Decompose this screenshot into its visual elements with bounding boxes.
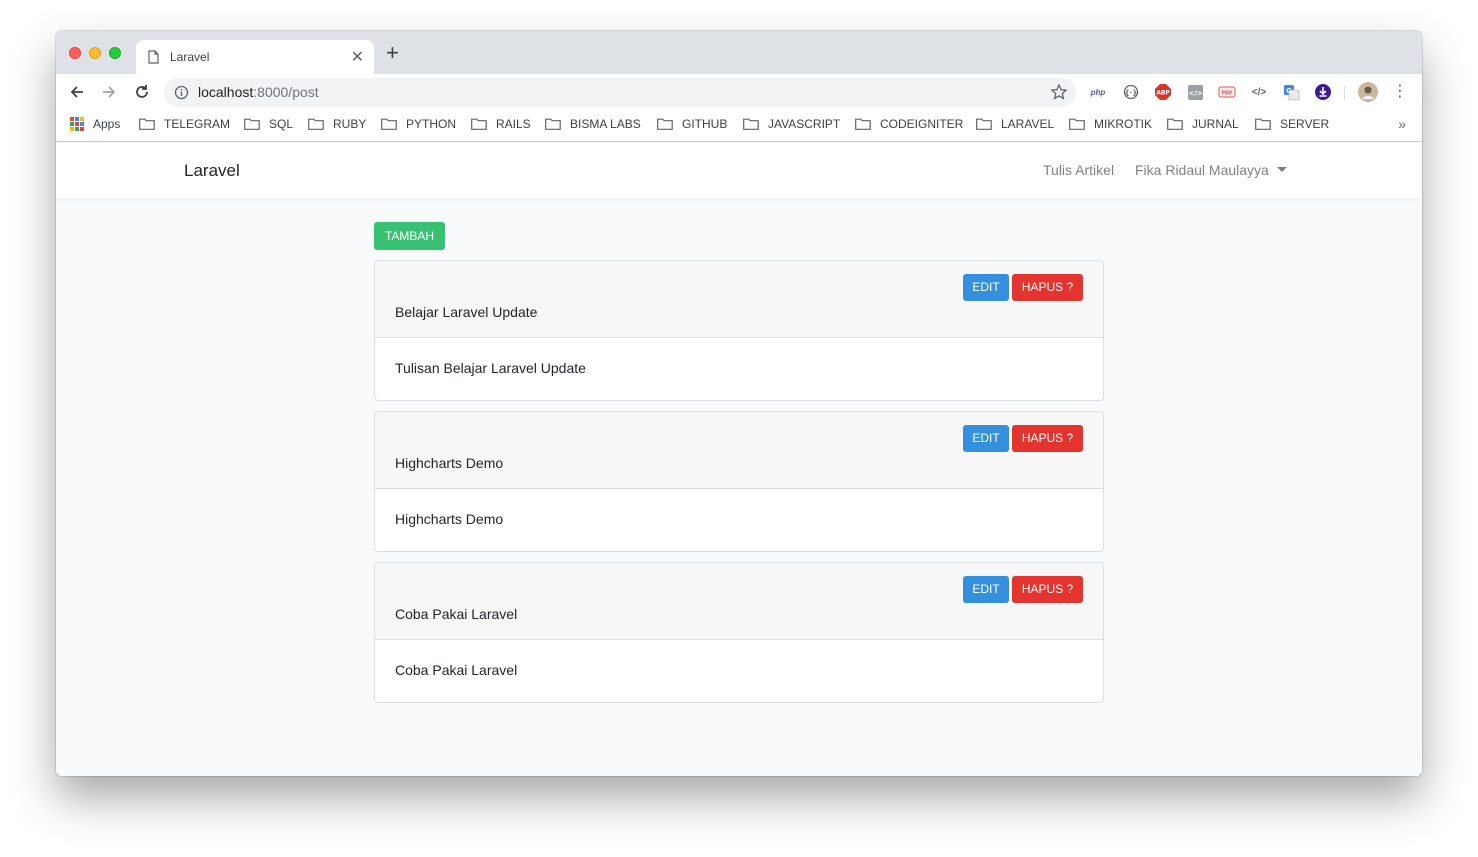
folder-icon [976, 118, 992, 130]
adblock-icon[interactable]: ABP [1154, 83, 1172, 101]
page-content: Laravel Tulis Artikel Fika Ridaul Maulay… [56, 143, 1422, 776]
post-card: EDIT HAPUS ? Belajar Laravel Update Tuli… [374, 260, 1104, 401]
svg-text:{·}: {·} [1125, 89, 1138, 97]
bookmark-jurnal[interactable]: JURNAL [1167, 117, 1239, 131]
minimize-window-button[interactable] [89, 47, 101, 59]
bookmark-codeigniter[interactable]: CODEIGNITER [855, 117, 963, 131]
post-card: EDIT HAPUS ? Highcharts Demo Highcharts … [374, 411, 1104, 552]
bookmark-bisma-labs[interactable]: BISMA LABS [545, 117, 641, 131]
caret-down-icon [1276, 167, 1287, 172]
write-article-link[interactable]: Tulis Artikel [1043, 162, 1114, 178]
card-header: EDIT HAPUS ? Belajar Laravel Update [375, 261, 1103, 338]
bookmark-mikrotik[interactable]: MIKROTIK [1069, 117, 1152, 131]
bookmark-laravel[interactable]: LARAVEL [976, 117, 1054, 131]
maximize-window-button[interactable] [109, 47, 121, 59]
svg-text:</>: </> [1188, 89, 1202, 97]
post-body: Tulisan Belajar Laravel Update [395, 360, 586, 376]
folder-icon [657, 118, 673, 130]
navbar-brand[interactable]: Laravel [184, 161, 240, 181]
post-body: Highcharts Demo [395, 511, 504, 527]
folder-icon [743, 118, 759, 130]
site-navbar: Laravel Tulis Artikel Fika Ridaul Maulay… [56, 143, 1422, 198]
card-header: EDIT HAPUS ? Coba Pakai Laravel [375, 563, 1103, 640]
folder-icon [381, 118, 397, 130]
add-post-button[interactable]: TAMBAH [374, 222, 445, 250]
php-extension-icon[interactable]: php [1089, 83, 1107, 101]
translate-icon[interactable]: G [1282, 83, 1300, 101]
post-title: Highcharts Demo [395, 455, 504, 471]
bookmarks-bar: Apps TELEGRAM SQL RUBY PYTHON RAILS BISM… [56, 110, 1422, 142]
svg-text:ABP: ABP [1156, 90, 1170, 97]
post-card: EDIT HAPUS ? Coba Pakai Laravel Coba Pak… [374, 562, 1104, 703]
folder-icon [545, 118, 561, 130]
delete-button[interactable]: HAPUS ? [1012, 274, 1083, 301]
folder-icon [244, 118, 260, 130]
folder-icon [855, 118, 871, 130]
bookmark-star-icon[interactable] [1050, 83, 1068, 101]
edit-button[interactable]: EDIT [963, 576, 1009, 603]
post-title: Coba Pakai Laravel [395, 606, 518, 622]
toolbar-divider [1344, 86, 1345, 100]
json-extension-icon[interactable]: {·} [1122, 83, 1140, 101]
browser-toolbar: localhost:8000/post php {·} ABP </> PDF … [56, 74, 1422, 110]
folder-icon [308, 118, 324, 130]
close-tab-icon[interactable]: ✕ [351, 47, 364, 67]
apps-grid-icon [70, 117, 84, 131]
page-icon [148, 50, 159, 64]
bookmark-javascript[interactable]: JAVASCRIPT [743, 117, 840, 131]
reload-icon[interactable] [131, 81, 153, 103]
folder-icon [1167, 118, 1183, 130]
post-title: Belajar Laravel Update [395, 304, 538, 320]
source-code-icon[interactable]: </> [1250, 83, 1268, 101]
close-window-button[interactable] [69, 47, 81, 59]
pdf-extension-icon[interactable]: PDF [1218, 83, 1236, 101]
address-bar[interactable]: localhost:8000/post [164, 78, 1076, 107]
folder-icon [139, 118, 155, 130]
bookmark-ruby[interactable]: RUBY [308, 117, 366, 131]
new-tab-button[interactable]: + [386, 42, 399, 64]
bookmark-apps[interactable]: Apps [70, 117, 120, 131]
browser-tab[interactable]: Laravel ✕ [136, 40, 374, 74]
download-icon[interactable] [1314, 83, 1332, 101]
folder-icon [1255, 118, 1271, 130]
browser-window: Laravel ✕ + localhost:8000/post php {·} … [56, 31, 1422, 776]
bookmark-sql[interactable]: SQL [244, 117, 293, 131]
card-header: EDIT HAPUS ? Highcharts Demo [375, 412, 1103, 489]
post-body: Coba Pakai Laravel [395, 662, 518, 678]
bookmark-rails[interactable]: RAILS [471, 117, 531, 131]
browser-menu-icon[interactable]: ⋮ [1392, 82, 1408, 102]
tab-title: Laravel [170, 50, 210, 64]
bookmarks-overflow-icon[interactable]: » [1398, 116, 1406, 132]
tab-strip: Laravel ✕ + [56, 31, 1422, 74]
svg-text:PDF: PDF [1221, 91, 1232, 97]
info-icon[interactable] [174, 85, 189, 100]
folder-icon [471, 118, 487, 130]
delete-button[interactable]: HAPUS ? [1012, 576, 1083, 603]
bookmark-python[interactable]: PYTHON [381, 117, 456, 131]
edit-button[interactable]: EDIT [963, 425, 1009, 452]
url-text: localhost:8000/post [198, 84, 319, 100]
delete-button[interactable]: HAPUS ? [1012, 425, 1083, 452]
bookmark-server[interactable]: SERVER [1255, 117, 1329, 131]
folder-icon [1069, 118, 1085, 130]
back-icon[interactable] [66, 81, 88, 103]
svg-text:G: G [1286, 87, 1292, 95]
code-extension-icon[interactable]: </> [1186, 83, 1204, 101]
edit-button[interactable]: EDIT [963, 274, 1009, 301]
bookmark-telegram[interactable]: TELEGRAM [139, 117, 230, 131]
user-dropdown[interactable]: Fika Ridaul Maulayya [1135, 162, 1287, 178]
bookmark-github[interactable]: GITHUB [657, 117, 727, 131]
profile-avatar[interactable] [1358, 82, 1378, 102]
forward-icon[interactable] [98, 81, 120, 103]
